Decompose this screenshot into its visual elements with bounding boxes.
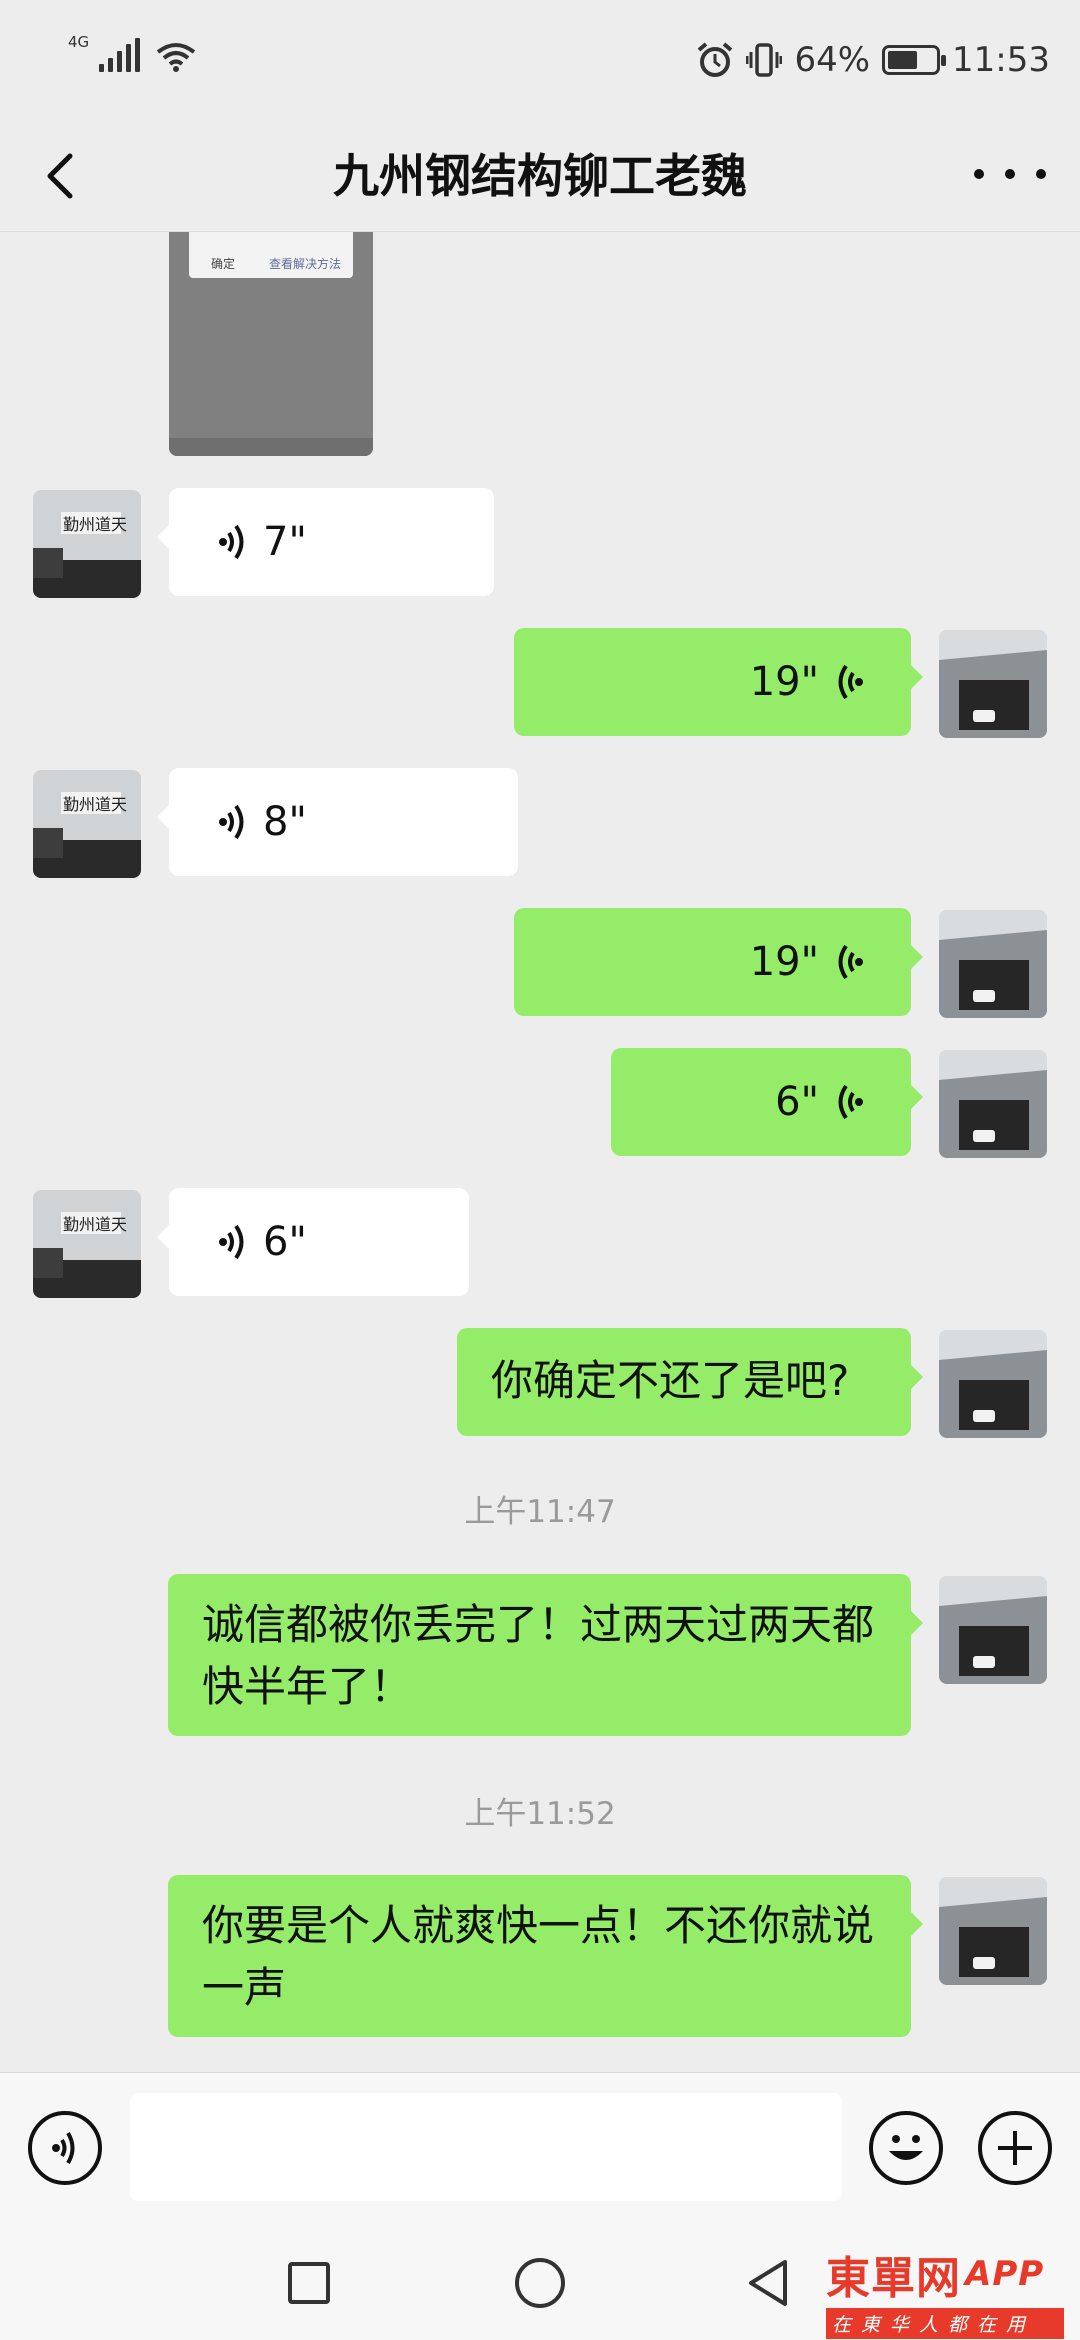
voice-wave-icon — [838, 1084, 863, 1120]
voice-duration: 19" — [749, 659, 819, 705]
timestamp: 上午11:47 — [464, 1494, 616, 1530]
dialog-confirm-label: 确定 — [211, 257, 236, 271]
signal-indicator: 4G — [68, 33, 196, 72]
battery-percent: 64% — [794, 40, 871, 80]
watermark-logo: 東單网 APP 在東华人都在用 — [826, 2242, 1064, 2339]
network-type: 4G — [68, 33, 90, 51]
message-text: 诚信都被你丢完了！过两天过两天都快半年了！ — [202, 1600, 875, 1711]
voice-duration: 6" — [263, 1219, 307, 1265]
voice-message[interactable]: 19" — [514, 908, 923, 1016]
my-avatar[interactable] — [939, 630, 1047, 738]
text-message[interactable]: 你确定不还了是吧? — [457, 1328, 923, 1436]
dialog-solution-label: 查看解决方法 — [268, 257, 341, 271]
contact-avatar[interactable]: 勤州道天 — [33, 490, 141, 598]
contact-avatar[interactable]: 勤州道天 — [33, 1190, 141, 1298]
text-message[interactable]: 你要是个人就爽快一点！不还你就说一声 — [168, 1875, 923, 2037]
my-avatar[interactable] — [939, 910, 1047, 1018]
voice-input-button[interactable] — [28, 2111, 102, 2185]
voice-wave-icon — [838, 944, 863, 980]
battery-icon — [882, 45, 947, 75]
message-list[interactable]: 确定 查看解决方法 勤州道天 7" 19" 勤州道天 8" 19" 6" 勤州道… — [0, 232, 1080, 2072]
voice-message[interactable]: 7" — [157, 488, 494, 596]
plus-icon — [998, 2131, 1032, 2165]
voice-message[interactable]: 19" — [514, 628, 923, 736]
cellular-signal-icon — [99, 38, 141, 72]
chat-title: 九州钢结构铆工老魏 — [333, 149, 747, 203]
voice-message[interactable]: 8" — [157, 768, 518, 876]
more-options-icon[interactable] — [974, 150, 1046, 198]
image-message[interactable]: 确定 查看解决方法 — [169, 232, 373, 456]
voice-wave-icon — [52, 2131, 75, 2165]
timestamp: 上午11:52 — [464, 1796, 616, 1832]
add-more-button[interactable] — [978, 2111, 1052, 2185]
message-text: 你要是个人就爽快一点！不还你就说一声 — [202, 1901, 875, 2012]
message-text: 你确定不还了是吧? — [491, 1356, 850, 1405]
watermark-app: APP — [965, 2254, 1045, 2294]
svg-text:勤州道天: 勤州道天 — [63, 515, 127, 534]
my-avatar[interactable] — [939, 1576, 1047, 1684]
input-bar — [0, 2072, 1080, 2220]
vibrate-icon — [746, 43, 783, 77]
alarm-icon — [698, 42, 733, 77]
wifi-icon — [156, 43, 196, 72]
voice-wave-icon — [838, 664, 863, 700]
voice-wave-icon — [219, 1224, 244, 1260]
voice-message[interactable]: 6" — [611, 1048, 923, 1156]
my-avatar[interactable] — [939, 1330, 1047, 1438]
home-button[interactable] — [515, 2258, 565, 2308]
svg-text:勤州道天: 勤州道天 — [63, 795, 127, 814]
chat-header: 九州钢结构铆工老魏 — [0, 118, 1080, 232]
recent-apps-button[interactable] — [288, 2262, 330, 2304]
my-avatar[interactable] — [939, 1877, 1047, 1985]
voice-wave-icon — [219, 524, 244, 560]
contact-avatar[interactable]: 勤州道天 — [33, 770, 141, 878]
voice-duration: 6" — [775, 1079, 819, 1125]
emoji-icon — [889, 2135, 923, 2160]
emoji-button[interactable] — [869, 2111, 943, 2185]
my-avatar[interactable] — [939, 1050, 1047, 1158]
voice-duration: 7" — [263, 519, 307, 565]
voice-wave-icon — [219, 804, 244, 840]
watermark-brand: 東單网 — [826, 2253, 961, 2304]
svg-text:勤州道天: 勤州道天 — [63, 1215, 127, 1234]
voice-message[interactable]: 6" — [157, 1188, 469, 1296]
system-back-icon[interactable] — [745, 2258, 795, 2308]
watermark-slogan: 在東华人都在用 — [826, 2308, 1064, 2339]
status-bar: 4G 64% 11:53 — [0, 0, 1080, 118]
voice-duration: 8" — [263, 799, 307, 845]
message-input[interactable] — [130, 2093, 842, 2201]
voice-duration: 19" — [749, 939, 819, 985]
clock: 11:53 — [952, 40, 1050, 80]
screenshot-dialog: 确定 查看解决方法 — [189, 232, 353, 278]
text-message[interactable]: 诚信都被你丢完了！过两天过两天都快半年了！ — [168, 1574, 923, 1736]
back-arrow-icon[interactable] — [36, 148, 92, 204]
